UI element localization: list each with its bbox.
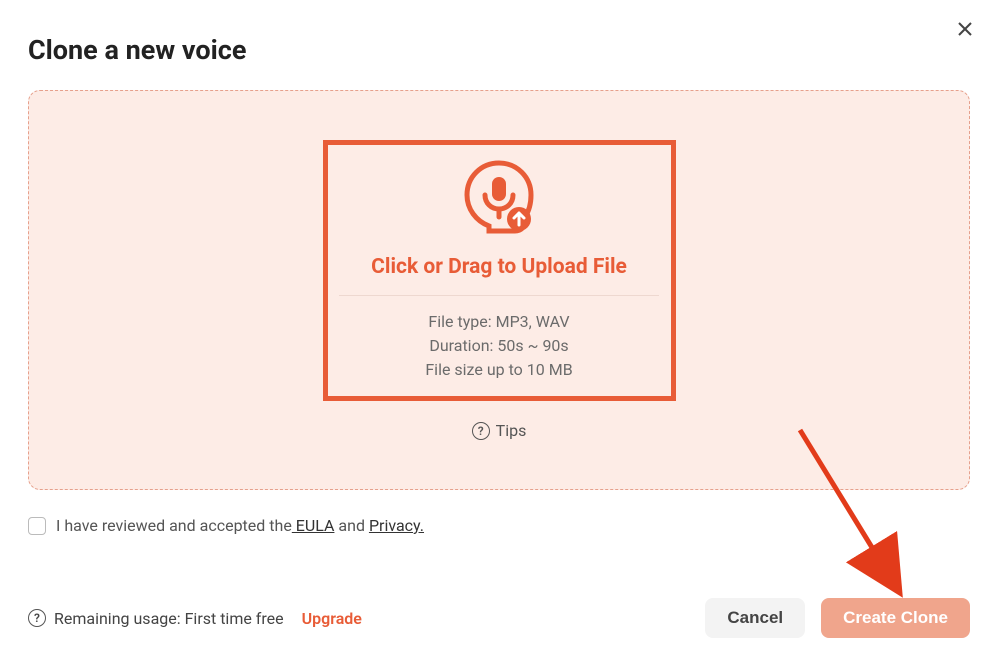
divider bbox=[339, 295, 659, 296]
requirement-filetype: File type: MP3, WAV bbox=[428, 310, 569, 334]
upgrade-link[interactable]: Upgrade bbox=[302, 609, 362, 628]
upload-highlight-box: Click or Drag to Upload File File type: … bbox=[323, 140, 676, 401]
agree-mid: and bbox=[334, 516, 369, 535]
clone-voice-modal: Clone a new voice Click or Drag to Uploa… bbox=[0, 0, 998, 660]
microphone-upload-icon bbox=[459, 157, 539, 241]
upload-title: Click or Drag to Upload File bbox=[371, 255, 627, 279]
requirement-filesize: File size up to 10 MB bbox=[425, 358, 572, 382]
create-clone-button[interactable]: Create Clone bbox=[821, 598, 970, 638]
agree-prefix: I have reviewed and accepted the bbox=[56, 516, 292, 535]
requirement-duration: Duration: 50s ~ 90s bbox=[429, 334, 568, 358]
tips-link[interactable]: ? Tips bbox=[472, 421, 527, 440]
help-icon: ? bbox=[28, 609, 46, 627]
close-icon bbox=[957, 21, 973, 37]
usage-label: Remaining usage: First time free bbox=[54, 609, 284, 628]
page-title: Clone a new voice bbox=[28, 34, 970, 66]
upload-dropzone[interactable]: Click or Drag to Upload File File type: … bbox=[28, 90, 970, 490]
privacy-link[interactable]: Privacy. bbox=[369, 516, 424, 535]
cancel-button[interactable]: Cancel bbox=[705, 598, 805, 638]
agree-text: I have reviewed and accepted the EULA an… bbox=[56, 516, 424, 535]
agree-checkbox[interactable] bbox=[28, 517, 46, 535]
tips-label: Tips bbox=[496, 421, 527, 440]
help-icon: ? bbox=[472, 422, 490, 440]
footer-row: ? Remaining usage: First time free Upgra… bbox=[28, 598, 970, 638]
agree-row: I have reviewed and accepted the EULA an… bbox=[28, 516, 970, 535]
usage-info: ? Remaining usage: First time free Upgra… bbox=[28, 609, 362, 628]
footer-buttons: Cancel Create Clone bbox=[705, 598, 970, 638]
close-button[interactable] bbox=[954, 18, 976, 40]
eula-link[interactable]: EULA bbox=[292, 516, 335, 535]
